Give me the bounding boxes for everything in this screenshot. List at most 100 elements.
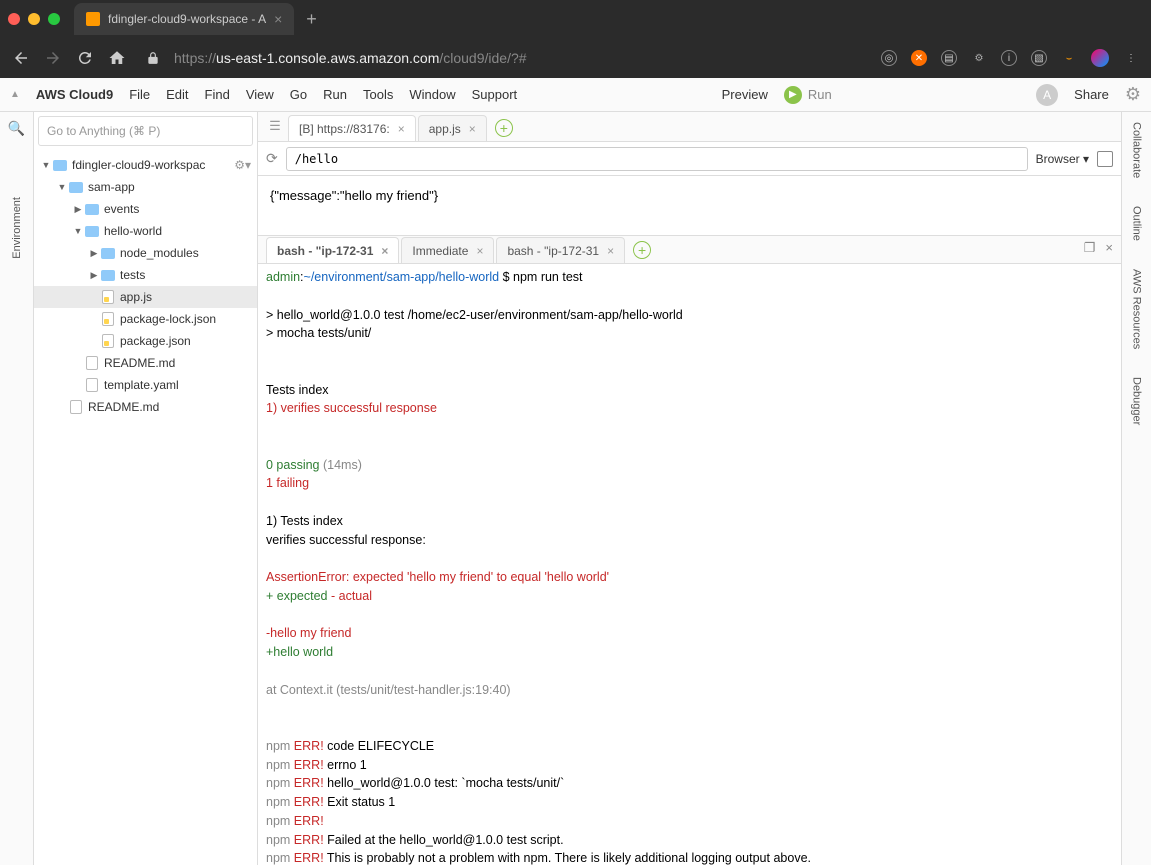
- address-bar[interactable]: https://us-east-1.console.aws.amazon.com…: [174, 50, 867, 66]
- maximize-window-icon[interactable]: [48, 13, 60, 25]
- preview-url-input[interactable]: [286, 147, 1028, 171]
- ext-icon[interactable]: ✕: [911, 50, 927, 66]
- tree-row[interactable]: ▼ hello-world: [34, 220, 257, 242]
- tree-item-label: README.md: [104, 356, 175, 370]
- tree-row[interactable]: ▶node_modules: [34, 242, 257, 264]
- terminal-tab[interactable]: bash - "ip-172-31 ×: [266, 237, 399, 263]
- forward-icon[interactable]: [44, 49, 62, 67]
- file-icon: [86, 378, 98, 392]
- twisty-icon[interactable]: ▼: [56, 182, 68, 192]
- collaborate-panel[interactable]: Collaborate: [1131, 122, 1143, 178]
- browser-chrome: fdingler-cloud9-workspace - A × + https:…: [0, 0, 1151, 78]
- tree-row[interactable]: app.js: [34, 286, 257, 308]
- popout-icon[interactable]: [1097, 151, 1113, 167]
- window-controls[interactable]: [8, 13, 60, 25]
- folder-icon: [101, 248, 115, 259]
- editor-tab[interactable]: app.js ×: [418, 115, 487, 141]
- ext-icon[interactable]: i: [1001, 50, 1017, 66]
- settings-gear-icon[interactable]: ⚙: [1125, 84, 1141, 105]
- browser-toolbar: https://us-east-1.console.aws.amazon.com…: [0, 38, 1151, 78]
- tree-item-label: sam-app: [88, 180, 135, 194]
- profile-avatar-icon[interactable]: [1091, 49, 1109, 67]
- menu-run[interactable]: Run: [323, 87, 347, 102]
- tree-row[interactable]: package-lock.json: [34, 308, 257, 330]
- tree-row[interactable]: template.yaml: [34, 374, 257, 396]
- tree-row[interactable]: package.json: [34, 330, 257, 352]
- close-tab-icon[interactable]: ×: [398, 122, 405, 136]
- aws-resources-panel[interactable]: AWS Resources: [1131, 269, 1143, 349]
- lock-icon: [146, 51, 160, 65]
- tree-row[interactable]: README.md: [34, 352, 257, 374]
- tree-item-label: app.js: [120, 290, 152, 304]
- preview-reload-icon[interactable]: ⟳: [266, 150, 278, 167]
- file-tree: ▼ fdingler-cloud9-workspac ⚙▾ ▼ sam-app ▶e…: [34, 150, 257, 865]
- close-tab-icon[interactable]: ×: [381, 244, 388, 258]
- menu-go[interactable]: Go: [290, 87, 307, 102]
- menu-toggle-icon[interactable]: ▲: [10, 89, 20, 100]
- tree-row[interactable]: ▶events: [34, 198, 257, 220]
- menu-edit[interactable]: Edit: [166, 87, 188, 102]
- restore-panel-icon[interactable]: ❐: [1084, 240, 1096, 256]
- close-window-icon[interactable]: [8, 13, 20, 25]
- menu-find[interactable]: Find: [205, 87, 230, 102]
- twisty-icon[interactable]: ▶: [72, 204, 84, 215]
- minimize-window-icon[interactable]: [28, 13, 40, 25]
- close-tab-icon[interactable]: ×: [476, 244, 483, 258]
- environment-panel-label[interactable]: Environment: [11, 197, 23, 259]
- tree-settings-icon[interactable]: ⚙▾: [234, 158, 251, 172]
- terminal-output[interactable]: admin:~/environment/sam-app/hello-world …: [258, 264, 1121, 865]
- file-icon: [102, 334, 114, 348]
- search-icon[interactable]: 🔍: [8, 120, 25, 137]
- twisty-icon[interactable]: ▶: [88, 270, 100, 281]
- close-tab-icon[interactable]: ×: [607, 244, 614, 258]
- debugger-panel[interactable]: Debugger: [1131, 377, 1143, 425]
- tree-row[interactable]: README.md: [34, 396, 257, 418]
- tree-row[interactable]: ▼ sam-app: [34, 176, 257, 198]
- twisty-icon[interactable]: ▶: [88, 248, 100, 259]
- tree-root-row[interactable]: ▼ fdingler-cloud9-workspac ⚙▾: [34, 154, 257, 176]
- menu-tools[interactable]: Tools: [363, 87, 393, 102]
- terminal-tab[interactable]: Immediate ×: [401, 237, 494, 263]
- close-tab-icon[interactable]: ×: [469, 122, 476, 136]
- new-terminal-icon[interactable]: +: [633, 241, 651, 259]
- goto-anything-input[interactable]: Go to Anything (⌘ P): [38, 116, 253, 146]
- terminal-tab-bar: bash - "ip-172-31 × Immediate × bash - "…: [258, 236, 1121, 264]
- tree-root-label: fdingler-cloud9-workspac: [72, 158, 205, 172]
- tree-item-label: hello-world: [104, 224, 162, 238]
- menu-window[interactable]: Window: [409, 87, 455, 102]
- brand-menu[interactable]: AWS Cloud9: [36, 87, 113, 102]
- ext-icon[interactable]: ◎: [881, 50, 897, 66]
- menu-file[interactable]: File: [129, 87, 150, 102]
- close-tab-icon[interactable]: ×: [274, 11, 282, 27]
- home-icon[interactable]: [108, 49, 126, 67]
- ext-icon[interactable]: ⚙: [971, 50, 987, 66]
- aws-smile-icon[interactable]: ⌣: [1061, 50, 1077, 66]
- menu-view[interactable]: View: [246, 87, 274, 102]
- ext-icon[interactable]: ▤: [941, 50, 957, 66]
- tab-list-icon[interactable]: ☰: [266, 113, 284, 139]
- reload-icon[interactable]: [76, 49, 94, 67]
- ext-icon[interactable]: ▧: [1031, 50, 1047, 66]
- user-avatar[interactable]: A: [1036, 84, 1058, 106]
- new-tab-button[interactable]: +: [306, 9, 317, 30]
- cloud9-menubar: ▲ AWS Cloud9 File Edit Find View Go Run …: [0, 78, 1151, 112]
- tab-title: fdingler-cloud9-workspace - A: [108, 12, 266, 26]
- close-panel-icon[interactable]: ×: [1105, 240, 1113, 256]
- terminal-tab[interactable]: bash - "ip-172-31 ×: [496, 237, 625, 263]
- folder-icon: [85, 204, 99, 215]
- editor-tab[interactable]: [B] https://83176: ×: [288, 115, 416, 141]
- new-tab-icon[interactable]: +: [495, 119, 513, 137]
- outline-panel[interactable]: Outline: [1131, 206, 1143, 241]
- run-button[interactable]: ▶ Run: [784, 86, 832, 104]
- preview-button[interactable]: Preview: [722, 87, 768, 102]
- tree-row[interactable]: ▶ tests: [34, 264, 257, 286]
- twisty-icon[interactable]: ▼: [72, 226, 84, 236]
- tree-item-label: tests: [120, 268, 145, 282]
- back-icon[interactable]: [12, 49, 30, 67]
- browser-select[interactable]: Browser ▾: [1036, 152, 1089, 166]
- browser-tab[interactable]: fdingler-cloud9-workspace - A ×: [74, 3, 294, 35]
- menu-icon[interactable]: ⋮: [1123, 50, 1139, 66]
- menu-support[interactable]: Support: [472, 87, 518, 102]
- aws-favicon-icon: [86, 12, 100, 26]
- share-button[interactable]: Share: [1074, 87, 1109, 102]
